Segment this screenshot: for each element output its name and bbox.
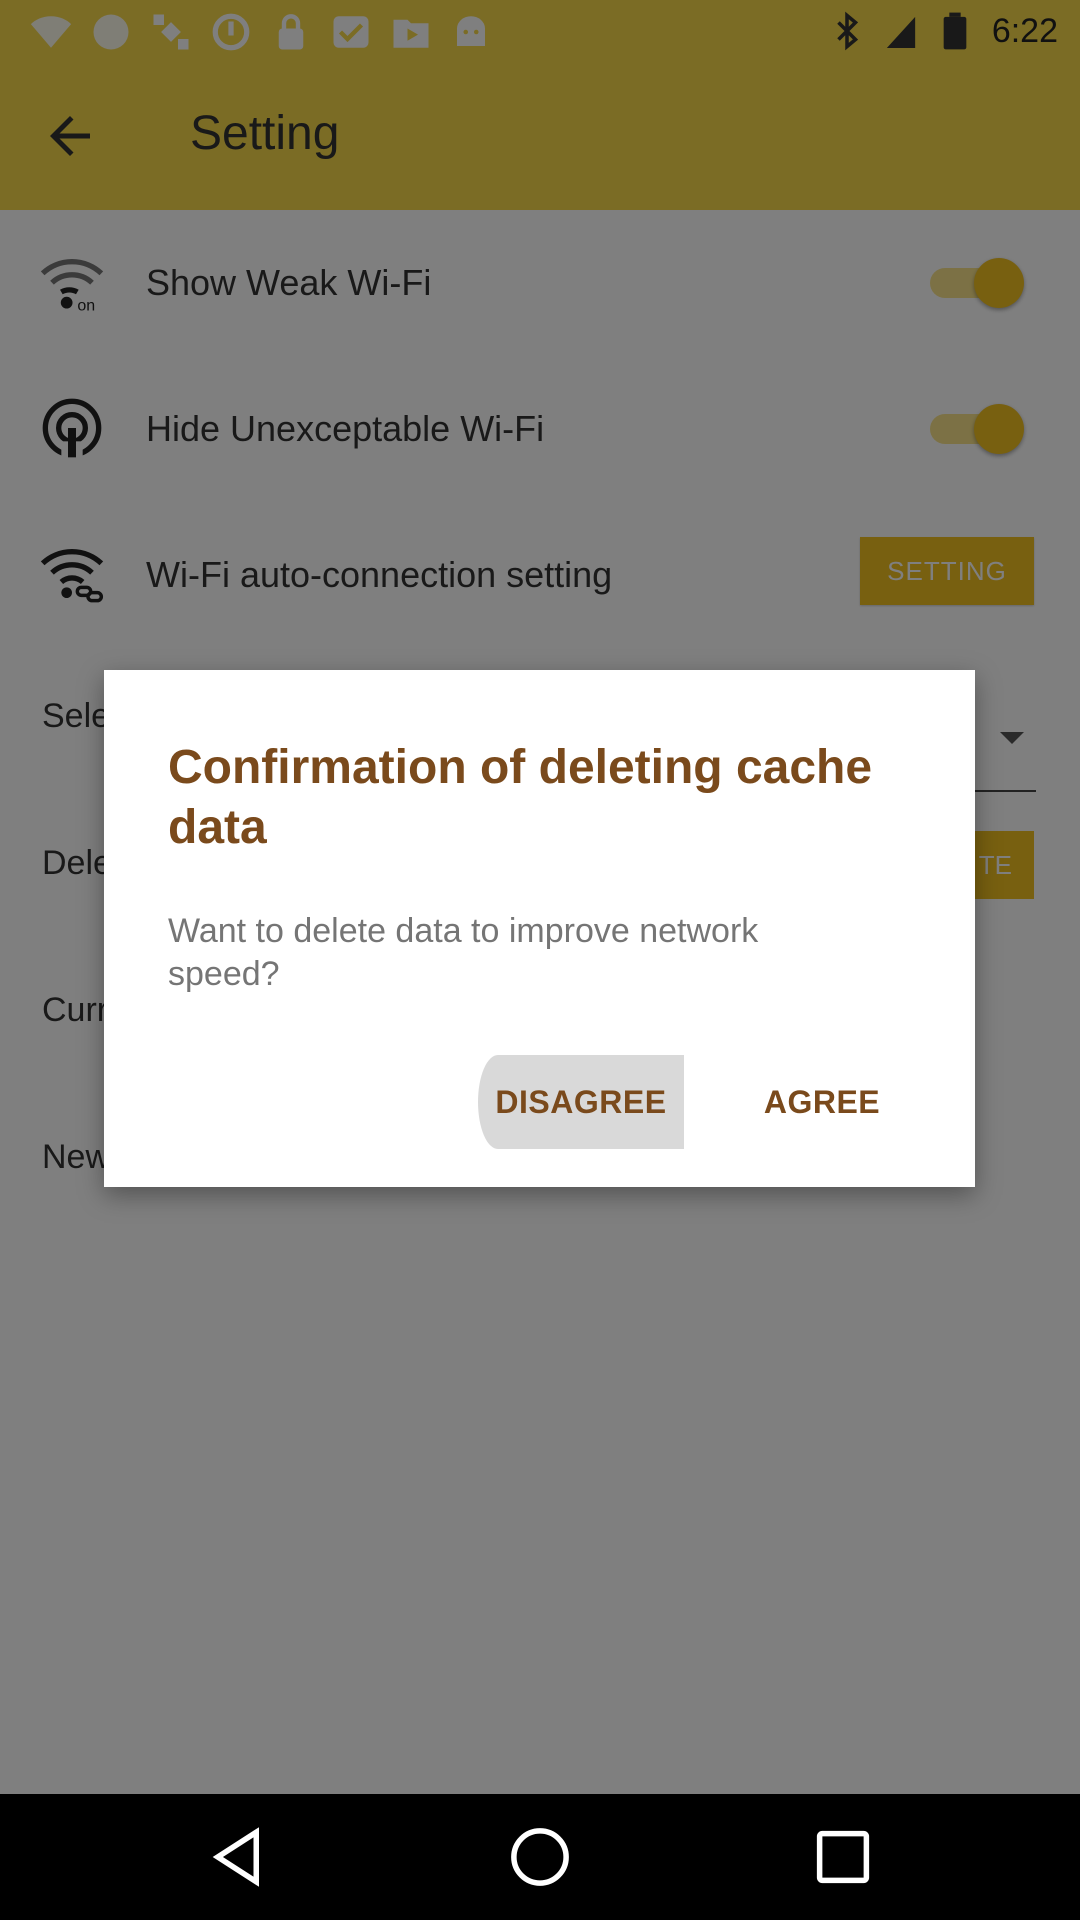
navigation-bar xyxy=(0,1794,1080,1920)
confirm-delete-cache-dialog: Confirmation of deleting cache data Want… xyxy=(104,670,975,1187)
recents-nav-icon[interactable] xyxy=(810,1824,876,1890)
dialog-message: Want to delete data to improve network s… xyxy=(168,912,759,993)
back-nav-icon[interactable] xyxy=(204,1824,270,1890)
agree-button[interactable]: AGREE xyxy=(732,1055,912,1149)
home-nav-icon[interactable] xyxy=(507,1824,573,1890)
dialog-title: Confirmation of deleting cache data xyxy=(168,741,873,854)
disagree-button[interactable]: DISAGREE xyxy=(478,1055,684,1149)
